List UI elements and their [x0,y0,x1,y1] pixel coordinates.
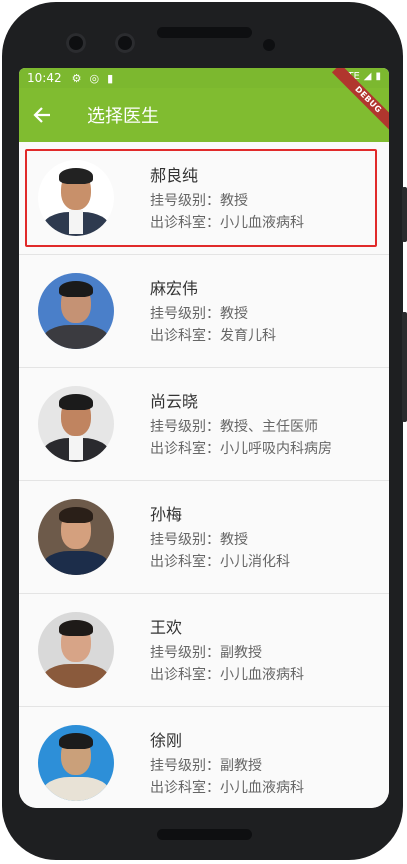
doctor-row[interactable]: 尚云晓 挂号级别：教授、主任医师 出诊科室：小儿呼吸内科病房 [19,368,389,481]
doctor-name: 郝良纯 [150,166,199,185]
doctor-dept: 小儿血液病科 [220,667,304,683]
doctor-row[interactable]: 孙梅 挂号级别：教授 出诊科室：小儿消化科 [19,481,389,594]
doctor-row[interactable]: 王欢 挂号级别：副教授 出诊科室：小儿血液病科 [19,594,389,707]
doctor-dept: 发育儿科 [220,328,276,344]
doctor-name: 尚云晓 [150,392,199,411]
doctor-avatar [38,499,114,575]
level-label: 挂号级别： [150,306,220,322]
doctor-row[interactable]: 郝良纯 挂号级别：教授 出诊科室：小儿血液病科 [19,142,389,255]
app-bar: 选择医生 DEBUG [19,68,389,142]
doctor-avatar [38,386,114,462]
doctor-avatar [38,160,114,236]
front-sensor [115,33,135,53]
doctor-level: 教授、主任医师 [220,419,318,435]
dept-label: 出诊科室： [150,215,220,231]
power-button [402,312,407,422]
doctor-dept: 小儿消化科 [220,554,290,570]
vpn-icon: ◎ [89,71,100,85]
doctor-dept: 小儿血液病科 [220,215,304,231]
doctor-level: 副教授 [220,758,262,774]
dept-label: 出诊科室： [150,328,220,344]
arrow-left-icon [33,107,50,123]
proximity-sensor [263,39,275,51]
doctor-name: 麻宏伟 [150,279,199,298]
level-label: 挂号级别： [150,193,220,209]
back-button[interactable] [19,88,65,142]
doctor-name: 徐刚 [150,731,183,750]
doctor-level: 副教授 [220,645,262,661]
status-time: 10:42 [27,71,62,85]
page-title: 选择医生 [87,106,159,127]
doctor-row[interactable]: 徐刚 挂号级别：副教授 出诊科室：小儿血液病科 [19,707,389,808]
doctor-level: 教授 [220,306,248,322]
level-label: 挂号级别： [150,419,220,435]
volume-button [402,187,407,242]
level-label: 挂号级别： [150,532,220,548]
phone-top-bezel [2,2,403,72]
doctor-dept: 小儿呼吸内科病房 [220,441,332,457]
earpiece-speaker [157,27,252,38]
doctor-dept: 小儿血液病科 [220,780,304,796]
doctor-level: 教授 [220,193,248,209]
gear-icon: ⚙ [71,71,82,85]
doctor-avatar [38,725,114,801]
doctor-name: 王欢 [150,618,183,637]
doctor-level: 教授 [220,532,248,548]
signal-icon: ◢ [363,71,372,82]
dept-label: 出诊科室： [150,780,220,796]
doctor-name: 孙梅 [150,505,183,524]
doctor-list: 郝良纯 挂号级别：教授 出诊科室：小儿血液病科 麻宏伟 挂号级别：教授 出诊科室… [19,142,389,808]
doctor-row[interactable]: 麻宏伟 挂号级别：教授 出诊科室：发育儿科 [19,255,389,368]
dept-label: 出诊科室： [150,667,220,683]
phone-frame: 10:42 ⚙ ◎ ▮ LTE ◢ ▮ 选择医生 DEBUG [2,2,407,860]
level-label: 挂号级别： [150,758,220,774]
bottom-speaker [157,829,252,840]
doctor-avatar [38,273,114,349]
doctor-avatar [38,612,114,688]
sim-card-icon: ▮ [107,71,114,85]
dept-label: 出诊科室： [150,441,220,457]
level-label: 挂号级别： [150,645,220,661]
battery-icon: ▮ [375,71,381,82]
front-camera [66,33,86,53]
dept-label: 出诊科室： [150,554,220,570]
screen: 10:42 ⚙ ◎ ▮ LTE ◢ ▮ 选择医生 DEBUG [19,68,389,808]
